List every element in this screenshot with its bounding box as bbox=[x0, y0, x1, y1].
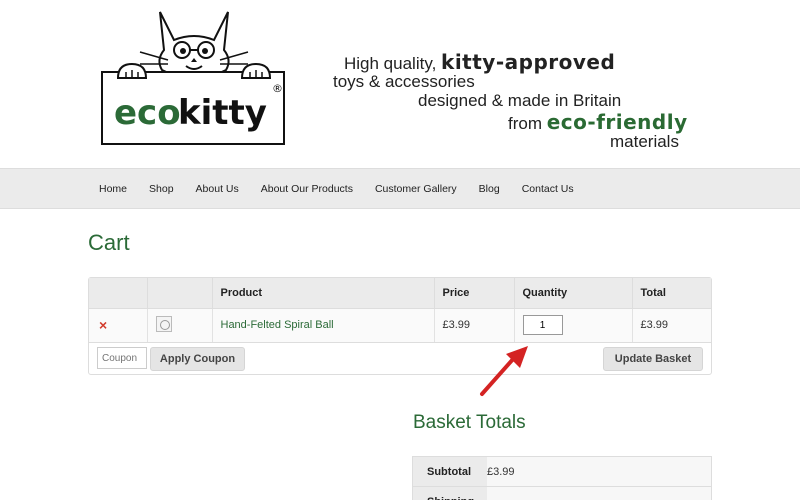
basket-totals-title: Basket Totals bbox=[413, 412, 526, 433]
price-cell: £3.99 bbox=[434, 308, 515, 343]
table-row: × Hand-Felted Spiral Ball £3.99 £3.99 bbox=[89, 308, 711, 343]
svg-text:eco: eco bbox=[114, 93, 181, 133]
tagline-line-1: High quality, kitty-approved bbox=[344, 50, 616, 74]
col-thumbnail-header bbox=[147, 278, 213, 309]
nav-item-contact-us[interactable]: Contact Us bbox=[511, 169, 585, 210]
nav-item-about-our-products[interactable]: About Our Products bbox=[250, 169, 364, 210]
subtotal-row: Subtotal £3.99 bbox=[413, 457, 711, 487]
cart-table-container: Product Price Quantity Total × Hand-Felt… bbox=[88, 277, 712, 375]
col-total-header: Total bbox=[632, 278, 711, 309]
red-arrow-icon bbox=[480, 346, 528, 396]
svg-text:kitty: kitty bbox=[178, 93, 267, 133]
nav-item-blog[interactable]: Blog bbox=[468, 169, 511, 210]
quantity-cell bbox=[514, 308, 633, 343]
nav-item-home[interactable]: Home bbox=[88, 169, 138, 210]
subtotal-value: £3.99 bbox=[487, 457, 711, 486]
update-basket-button[interactable]: Update Basket bbox=[603, 347, 703, 371]
tagline-line-3: designed & made in Britain bbox=[418, 91, 622, 110]
shipping-value bbox=[487, 487, 711, 500]
product-thumbnail[interactable] bbox=[155, 315, 172, 332]
apply-coupon-button[interactable]: Apply Coupon bbox=[150, 347, 245, 371]
main-nav: Home Shop About Us About Our Products Cu… bbox=[0, 168, 800, 209]
col-price-header: Price bbox=[434, 278, 515, 309]
product-link[interactable]: Hand-Felted Spiral Ball bbox=[221, 319, 334, 331]
site-header: eco kitty ® High quality, kitty-approved… bbox=[0, 0, 800, 168]
remove-cell: × bbox=[89, 308, 148, 343]
cart-table: Product Price Quantity Total × Hand-Felt… bbox=[89, 278, 711, 343]
tagline-line-5: materials bbox=[610, 132, 679, 151]
shipping-label: Shipping bbox=[413, 487, 487, 500]
ecokitty-logo[interactable]: eco kitty ® bbox=[96, 6, 292, 150]
coupon-input[interactable] bbox=[97, 347, 147, 369]
nav-item-about-us[interactable]: About Us bbox=[185, 169, 250, 210]
shipping-row: Shipping bbox=[413, 487, 711, 500]
thumbnail-cell bbox=[147, 308, 213, 343]
tagline-line-4: from eco-friendly bbox=[508, 110, 688, 134]
nav-item-shop[interactable]: Shop bbox=[138, 169, 185, 210]
close-icon[interactable]: × bbox=[99, 317, 107, 333]
svg-text:®: ® bbox=[272, 82, 283, 95]
basket-totals-table: Subtotal £3.99 Shipping bbox=[412, 456, 712, 500]
cart-actions: Apply Coupon Update Basket bbox=[89, 342, 711, 376]
table-header-row: Product Price Quantity Total bbox=[89, 278, 711, 309]
site-tagline: High quality, kitty-approved toys & acce… bbox=[330, 42, 710, 157]
quantity-input[interactable] bbox=[522, 315, 563, 335]
page-title: Cart bbox=[88, 230, 130, 255]
col-quantity-header: Quantity bbox=[514, 278, 633, 309]
col-remove-header bbox=[89, 278, 148, 309]
product-cell: Hand-Felted Spiral Ball bbox=[212, 308, 435, 343]
tagline-line-2: toys & accessories bbox=[333, 72, 475, 91]
col-product-header: Product bbox=[212, 278, 435, 309]
nav-item-customer-gallery[interactable]: Customer Gallery bbox=[364, 169, 468, 210]
total-cell: £3.99 bbox=[632, 308, 711, 343]
subtotal-label: Subtotal bbox=[413, 457, 487, 486]
